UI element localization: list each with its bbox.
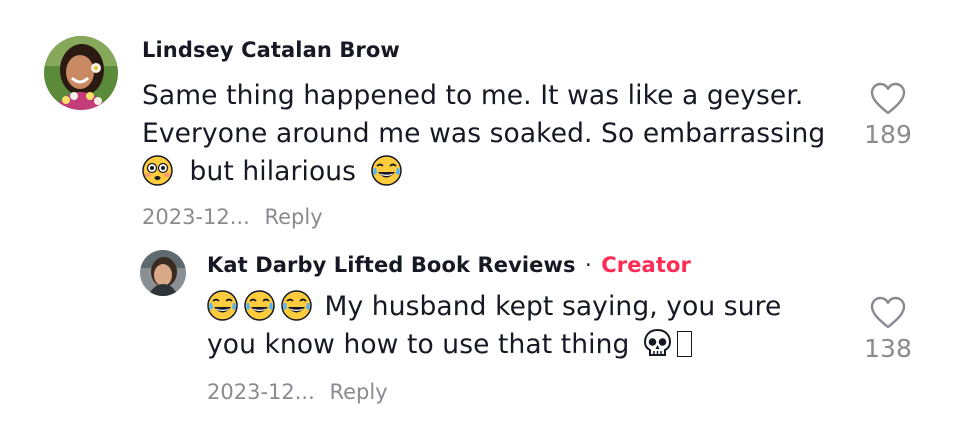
creator-badge: Creator bbox=[601, 253, 691, 277]
heart-icon[interactable] bbox=[870, 82, 906, 116]
tears-of-joy-emoji bbox=[244, 290, 275, 321]
comment-line: but hilarious bbox=[189, 156, 357, 187]
comment-meta: 2023-12... Reply bbox=[142, 205, 323, 229]
tears-of-joy-emoji bbox=[370, 155, 402, 186]
like-control: 189 bbox=[848, 82, 928, 149]
comment-line: Everyone around me was soaked. So embarr… bbox=[142, 118, 826, 149]
separator: · bbox=[585, 253, 592, 277]
avatar[interactable] bbox=[44, 36, 118, 110]
comment-username[interactable]: Lindsey Catalan Brow bbox=[142, 38, 400, 62]
tears-of-joy-emoji bbox=[281, 290, 312, 321]
comment-line: Same thing happened to me. It was like a… bbox=[142, 80, 804, 111]
skull-emoji bbox=[642, 328, 673, 359]
avatar[interactable] bbox=[140, 250, 186, 296]
missing-glyph bbox=[676, 331, 692, 357]
reply-line: My husband kept saying, you sure bbox=[324, 291, 782, 322]
comment-date: 2023-12... bbox=[142, 205, 250, 229]
tears-of-joy-emoji bbox=[207, 290, 238, 321]
reply-button[interactable]: Reply bbox=[329, 380, 387, 404]
flushed-face-emoji bbox=[142, 155, 173, 186]
reply-username-row: Kat Darby Lifted Book Reviews · Creator bbox=[207, 253, 691, 277]
like-control: 138 bbox=[848, 296, 928, 363]
like-count: 138 bbox=[864, 334, 912, 363]
reply-line: you know how to use that thing bbox=[207, 329, 630, 360]
reply-username[interactable]: Kat Darby Lifted Book Reviews bbox=[207, 253, 576, 277]
comment-thread: Lindsey Catalan Brow Same thing happened… bbox=[0, 0, 980, 425]
comment-text: Same thing happened to me. It was like a… bbox=[142, 77, 862, 191]
reply-text: My husband kept saying, you sure you kno… bbox=[207, 288, 847, 364]
reply-date: 2023-12... bbox=[207, 380, 315, 404]
reply-button[interactable]: Reply bbox=[264, 205, 322, 229]
reply-meta: 2023-12... Reply bbox=[207, 380, 388, 404]
like-count: 189 bbox=[864, 120, 912, 149]
heart-icon[interactable] bbox=[870, 296, 906, 330]
